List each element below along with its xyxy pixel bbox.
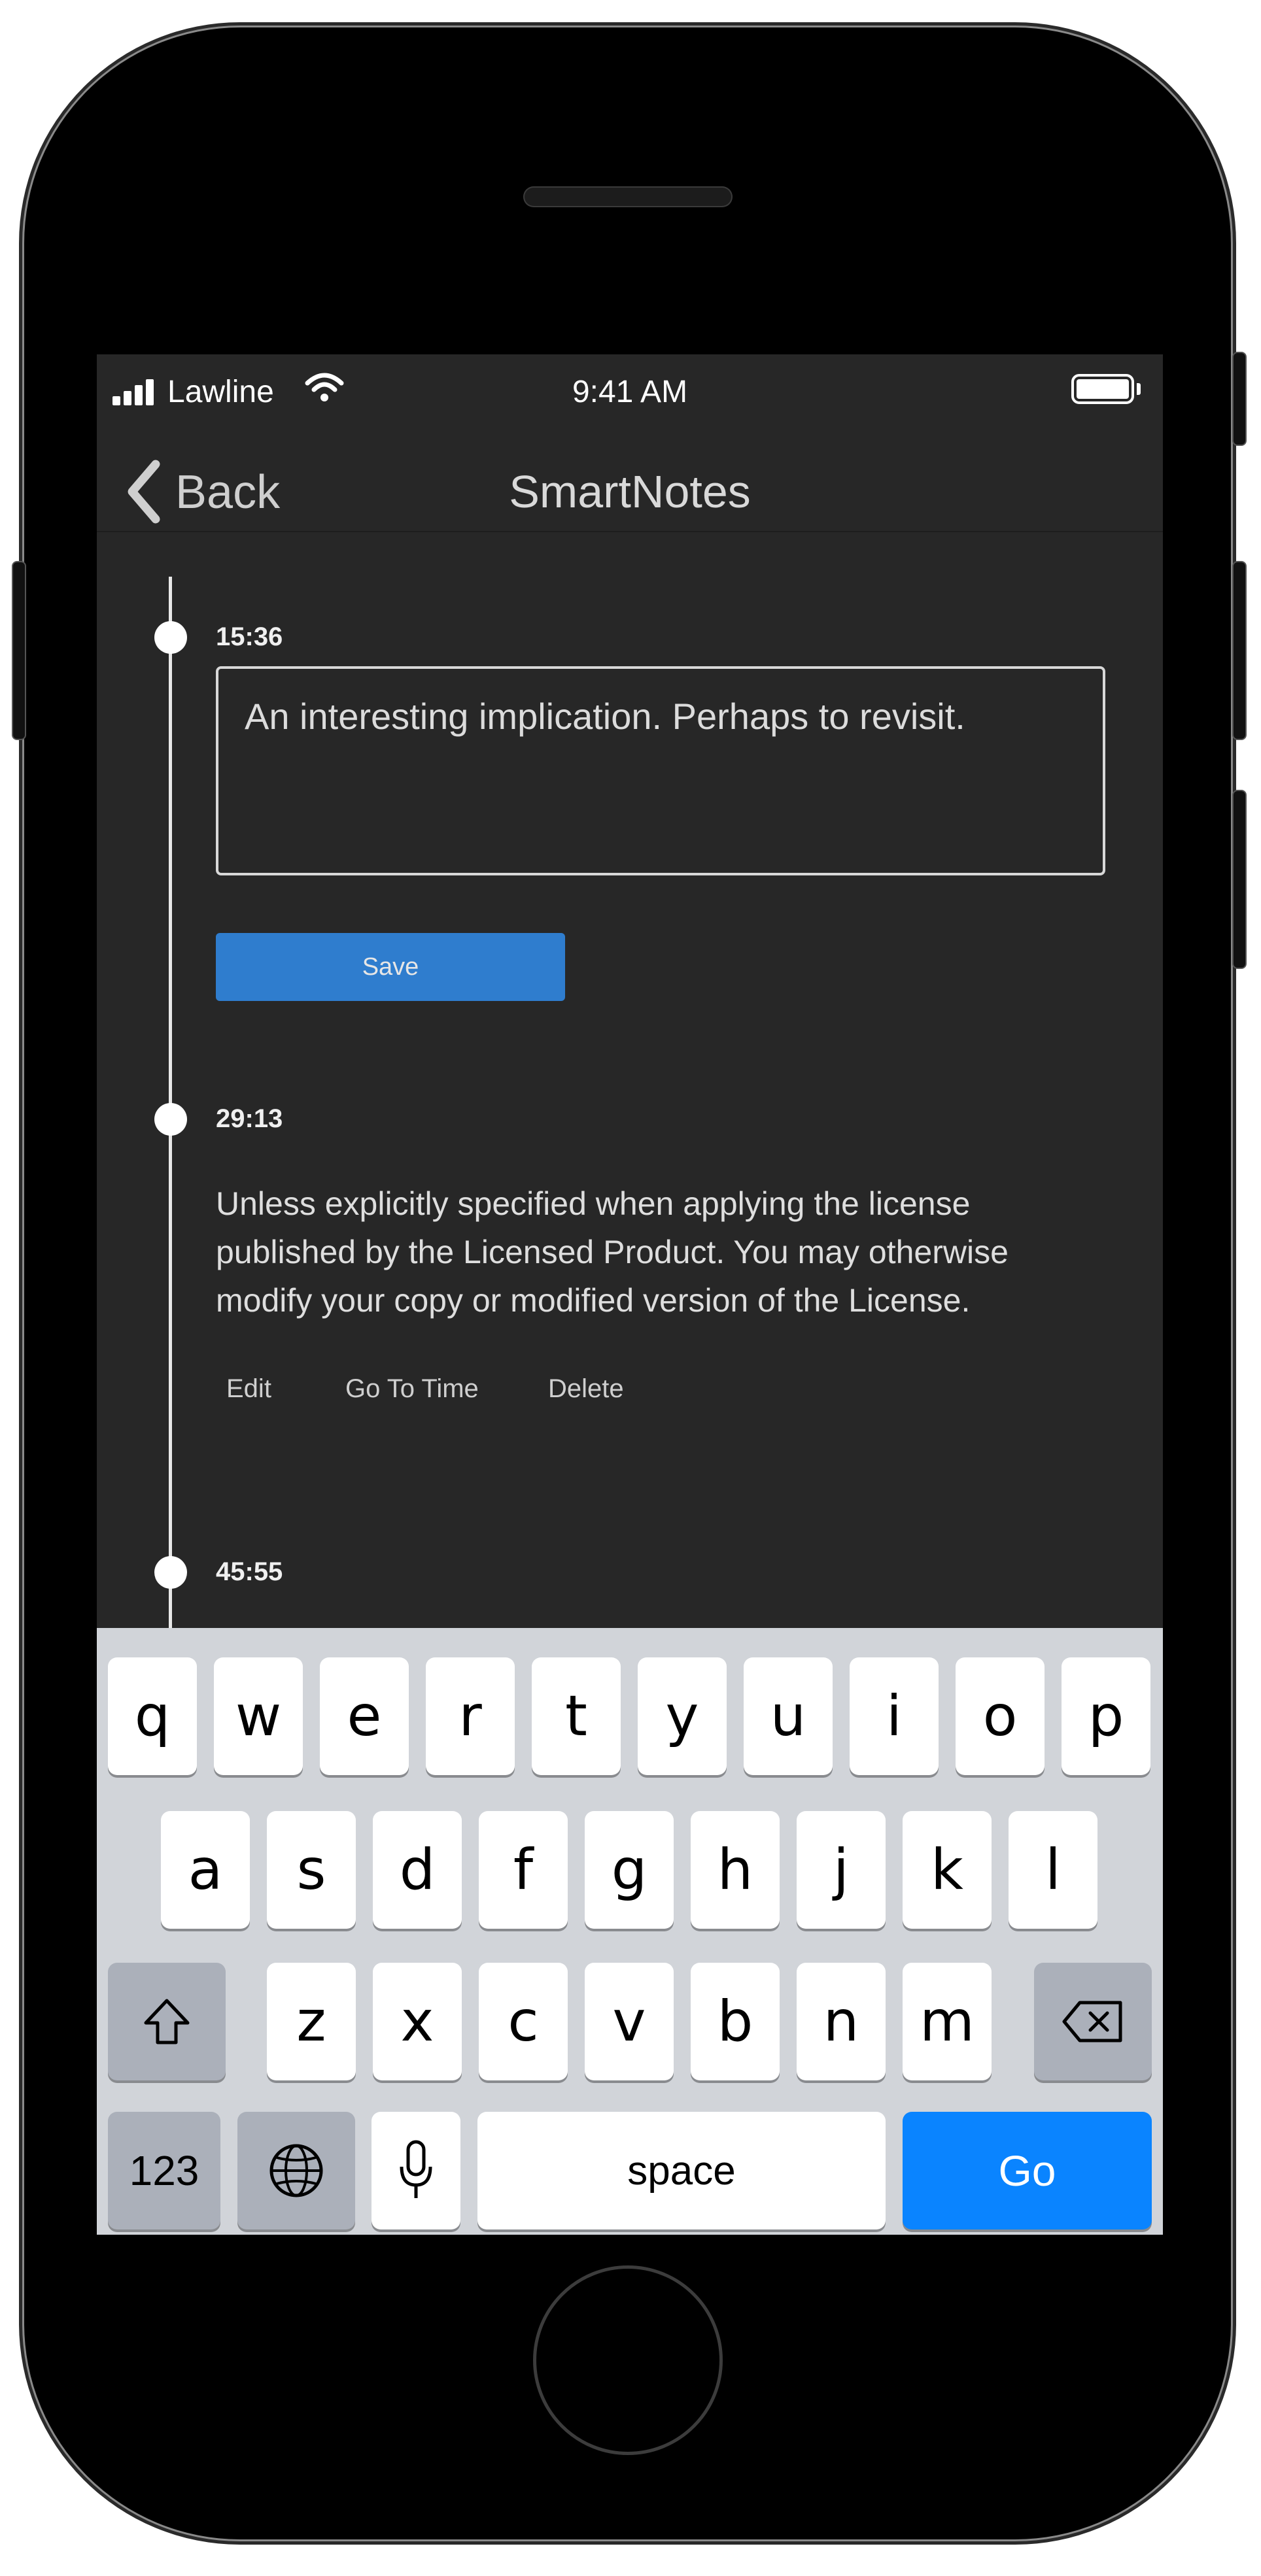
note-body-line: modify your copy or modified version of … [216, 1282, 971, 1319]
backspace-icon [1062, 2001, 1122, 2042]
microphone-icon [400, 2140, 432, 2198]
note-input[interactable]: An interesting implication. Perhaps to r… [216, 666, 1105, 875]
key-g[interactable]: g [585, 1811, 674, 1929]
key-i[interactable]: i [850, 1657, 939, 1775]
side-button-top [1234, 353, 1245, 445]
space-key[interactable]: space [477, 2112, 886, 2229]
key-r[interactable]: r [426, 1657, 515, 1775]
note-body: Unless explicitly specified when applyin… [216, 1179, 1066, 1325]
key-x[interactable]: x [373, 1963, 462, 2080]
key-b[interactable]: b [691, 1963, 780, 2080]
note-input-value: An interesting implication. Perhaps to r… [245, 696, 965, 737]
key-e[interactable]: e [320, 1657, 409, 1775]
home-button[interactable] [533, 2265, 723, 2455]
key-c[interactable]: c [479, 1963, 568, 2080]
earpiece-speaker [523, 186, 733, 207]
key-f[interactable]: f [479, 1811, 568, 1929]
delete-link[interactable]: Delete [548, 1374, 624, 1404]
backspace-key[interactable] [1034, 1963, 1152, 2080]
key-v[interactable]: v [585, 1963, 674, 2080]
key-n[interactable]: n [797, 1963, 886, 2080]
note-timestamp: 29:13 [216, 1104, 283, 1133]
page-title: SmartNotes [509, 466, 751, 517]
timeline-dot [154, 1556, 187, 1589]
volume-up-button [1234, 562, 1245, 739]
volume-down-button [1234, 791, 1245, 968]
edit-link[interactable]: Edit [226, 1374, 271, 1404]
battery-icon [1071, 374, 1134, 404]
keyboard: q w e r t y u i o p a s d f g h j k l z … [97, 1628, 1163, 2235]
key-h[interactable]: h [691, 1811, 780, 1929]
status-bar: Lawline 9:41 AM [97, 354, 1163, 426]
save-button[interactable]: Save [216, 933, 565, 1001]
page: Lawline 9:41 AM Back SmartNotes 15:36 An… [0, 0, 1261, 2576]
navigation-bar: Back SmartNotes [97, 426, 1163, 532]
shift-key[interactable] [108, 1963, 226, 2080]
key-z[interactable]: z [267, 1963, 356, 2080]
screen: Lawline 9:41 AM Back SmartNotes 15:36 An… [97, 354, 1163, 2235]
key-t[interactable]: t [532, 1657, 621, 1775]
key-u[interactable]: u [744, 1657, 833, 1775]
note-timestamp: 15:36 [216, 622, 283, 651]
key-p[interactable]: p [1062, 1657, 1150, 1775]
timeline-dot [154, 621, 187, 654]
note-body-line: published by the Licensed Product. You m… [216, 1234, 1009, 1270]
note-timestamp: 45:55 [216, 1557, 283, 1586]
key-q[interactable]: q [108, 1657, 197, 1775]
globe-key[interactable] [237, 2112, 355, 2229]
microphone-key[interactable] [371, 2112, 460, 2229]
go-key[interactable]: Go [903, 2112, 1152, 2229]
key-j[interactable]: j [797, 1811, 886, 1929]
key-m[interactable]: m [903, 1963, 992, 2080]
mute-switch [13, 562, 25, 739]
status-time: 9:41 AM [572, 375, 688, 409]
go-to-time-link[interactable]: Go To Time [345, 1374, 479, 1404]
key-y[interactable]: y [638, 1657, 727, 1775]
numbers-key[interactable]: 123 [108, 2112, 220, 2229]
shift-icon [144, 1999, 190, 2044]
globe-icon [269, 2144, 323, 2197]
key-s[interactable]: s [267, 1811, 356, 1929]
timeline-dot [154, 1103, 187, 1136]
key-o[interactable]: o [956, 1657, 1045, 1775]
note-body-line: Unless explicitly specified when applyin… [216, 1185, 971, 1222]
key-l[interactable]: l [1009, 1811, 1097, 1929]
battery-tip [1137, 383, 1141, 395]
key-k[interactable]: k [903, 1811, 992, 1929]
key-w[interactable]: w [214, 1657, 303, 1775]
key-a[interactable]: a [161, 1811, 250, 1929]
key-d[interactable]: d [373, 1811, 462, 1929]
